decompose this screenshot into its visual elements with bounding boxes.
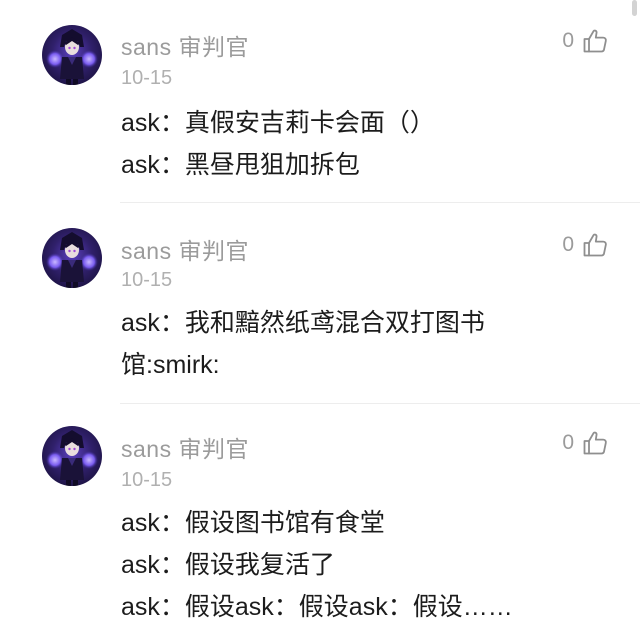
like-count: 0	[562, 431, 574, 454]
avatar[interactable]	[42, 426, 102, 486]
thumbs-up-icon[interactable]	[582, 28, 608, 54]
comment-username[interactable]: sans 审判官	[121, 232, 249, 266]
comment-line: ask：真假安吉莉卡会面（）	[121, 109, 435, 137]
like-count: 0	[562, 29, 574, 52]
like-button[interactable]: 0	[562, 28, 608, 54]
comment-date: 10-15	[121, 469, 173, 491]
comment-line: ask：我和黯然纸鸢混合双打图书	[121, 309, 485, 337]
like-button[interactable]: 0	[562, 430, 608, 456]
comment-line: ask：假设我复活了	[121, 551, 335, 579]
comment-username[interactable]: sans 审判官	[121, 430, 249, 464]
thumbs-up-icon[interactable]	[582, 232, 608, 258]
comment-line: ask：假设图书馆有食堂	[121, 509, 385, 537]
comment-item: sans 审判官 10-15 0 ask：假设图书馆有食堂 ask：假设我复活了…	[0, 404, 640, 640]
comment-date: 10-15	[121, 67, 173, 89]
dark-character-avatar-icon	[42, 25, 102, 85]
comment-line: 馆:smirk:	[121, 351, 220, 379]
avatar[interactable]	[42, 228, 102, 288]
dark-character-avatar-icon	[42, 228, 102, 288]
comment-username[interactable]: sans 审判官	[121, 28, 249, 62]
comment-line: ask：假设ask：假设ask：假设……	[121, 593, 513, 621]
comment-body: ask：假设图书馆有食堂 ask：假设我复活了 ask：假设ask：假设ask：…	[121, 502, 616, 628]
comment-date: 10-15	[121, 269, 173, 291]
dark-character-avatar-icon	[42, 426, 102, 486]
comment-item: sans 审判官 10-15 0 ask：真假安吉莉卡会面（） ask：黑昼甩狙…	[0, 0, 640, 202]
avatar[interactable]	[42, 25, 102, 85]
comment-item: sans 审判官 10-15 0 ask：我和黯然纸鸢混合双打图书 馆:smir…	[0, 203, 640, 403]
comment-body: ask：真假安吉莉卡会面（） ask：黑昼甩狙加拆包	[121, 102, 616, 186]
like-button[interactable]: 0	[562, 232, 608, 258]
like-count: 0	[562, 233, 574, 256]
comment-body: ask：我和黯然纸鸢混合双打图书 馆:smirk:	[121, 302, 616, 386]
thumbs-up-icon[interactable]	[582, 430, 608, 456]
comment-line: ask：黑昼甩狙加拆包	[121, 151, 360, 179]
